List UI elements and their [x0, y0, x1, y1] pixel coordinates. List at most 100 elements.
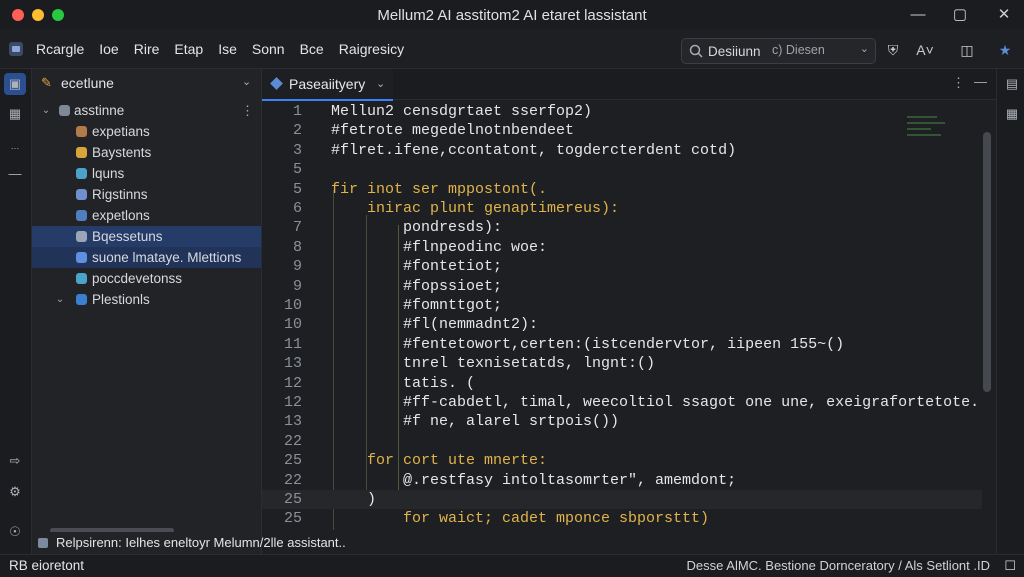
code-line[interactable]: 6 inirac plunt genaptimereus): — [262, 199, 982, 218]
font-size-icon[interactable]: A˅ — [914, 40, 936, 60]
code-line[interactable]: 9 #fontetiot; — [262, 257, 982, 276]
notifications-icon[interactable]: ▤ — [1001, 73, 1023, 95]
layout-panel-icon[interactable]: ◫ — [956, 40, 978, 60]
more-actions-icon[interactable]: ⋮ — [241, 103, 254, 119]
more-icon[interactable]: … — [4, 135, 26, 157]
chevron-down-icon[interactable]: ⌄ — [860, 42, 869, 55]
tree-item-label: asstinne — [74, 103, 125, 118]
minimize-panel-icon[interactable]: — — [974, 74, 987, 89]
code-line[interactable]: 2 #fetrote megedelnotnbendeet — [262, 121, 982, 140]
assistant-icon — [38, 538, 48, 548]
line-text: #fontetiot; — [331, 258, 503, 276]
code-line[interactable]: 7 pondresds): — [262, 218, 982, 237]
tree-item[interactable]: Bqessetuns — [32, 226, 261, 247]
code-line[interactable]: 13 tnrel texnisetatds, lngnt:() — [262, 354, 982, 373]
tree-item[interactable]: ⌄ asstinne — [32, 100, 261, 121]
code-line[interactable]: 3 #flret.ifene,ccontatont, togdercterdent… — [262, 141, 982, 160]
menu-item-3[interactable]: Rire — [134, 41, 160, 57]
menu-item-5[interactable]: Ise — [218, 41, 237, 57]
line-number: 9 — [292, 277, 302, 295]
chevron-down-icon[interactable]: ⌄ — [242, 75, 251, 88]
sidebar-title: ecetlune — [61, 75, 114, 91]
ai-assistant-icon[interactable]: ★ — [994, 40, 1016, 60]
more-actions-icon[interactable]: ⋮ — [952, 75, 965, 91]
shield-icon[interactable]: ⛨ — [882, 40, 904, 60]
chevron-down-icon[interactable]: ⌄ — [54, 289, 66, 310]
menu-item-6[interactable]: Sonn — [252, 41, 285, 57]
tree-item[interactable]: Baystents — [32, 142, 261, 163]
code-line[interactable]: 1 Mellun2 censdgrtaet sserfop2) — [262, 102, 982, 121]
line-text: #flnpeodinc woe: — [331, 238, 548, 256]
folder-icon — [76, 126, 87, 137]
line-text: #fetrote megedelnotnbendeet — [331, 122, 575, 140]
tree-item[interactable]: Rigstinns — [32, 184, 261, 205]
line-number: 3 — [292, 141, 302, 159]
code-line[interactable]: 10 #fl(nemmadnt2): — [262, 315, 982, 334]
app-logo-icon[interactable] — [9, 42, 23, 56]
folder-icon — [76, 168, 87, 179]
menu-item-1[interactable]: Rcargle — [36, 41, 84, 57]
menu-item-2[interactable]: Ioe — [99, 41, 118, 57]
tree-item-label: expetlons — [92, 208, 150, 223]
tab-label: Paseaiityery — [289, 76, 366, 92]
code-line[interactable]: 12 tatis. ( — [262, 374, 982, 393]
close-icon[interactable]: ✕ — [992, 4, 1016, 26]
code-line[interactable]: 25 ) — [262, 490, 982, 509]
explorer-icon[interactable]: ▣ — [4, 73, 26, 95]
code-line[interactable]: 13 #f ne, alarel srtpois()) — [262, 412, 982, 431]
search-box[interactable]: c) Diesen ⌄ — [681, 38, 876, 64]
code-line[interactable]: 5 — [262, 160, 982, 179]
code-line[interactable]: 10 #fomnttgot; — [262, 296, 982, 315]
tree-item[interactable]: expetlons — [32, 205, 261, 226]
tree-item[interactable]: lquns — [32, 163, 261, 184]
tree-item[interactable]: suone lmataye. Mlettions — [32, 247, 261, 268]
status-right[interactable]: Desse AlMC. Bestione Dornceratory / Als … — [687, 558, 990, 573]
code-line[interactable]: 25 for cort ute mnerte: — [262, 451, 982, 470]
collapse-icon[interactable]: — — [4, 163, 26, 185]
line-text: ) — [331, 491, 377, 508]
folder-icon — [76, 273, 87, 284]
tab-editor[interactable]: Paseaiityery ⌄ — [262, 69, 393, 101]
folder-icon — [76, 252, 87, 263]
tree-item[interactable]: ⌄ Plestionls — [32, 289, 261, 310]
file-icon — [270, 77, 283, 90]
line-number: 13 — [283, 413, 302, 431]
line-number: 13 — [283, 355, 302, 373]
line-number: 10 — [283, 316, 302, 334]
maximize-icon[interactable]: ▢ — [948, 4, 972, 26]
account-icon[interactable]: ☉ — [4, 521, 26, 543]
code-line[interactable]: 8 #flnpeodinc woe: — [262, 238, 982, 257]
menu-item-8[interactable]: Raigresicy — [339, 41, 404, 57]
line-number: 25 — [283, 491, 302, 508]
tab-bar: Paseaiityery ⌄ ⋮ — — [262, 69, 996, 101]
run-icon[interactable]: ⇨ — [4, 450, 26, 472]
vertical-scrollbar[interactable] — [983, 132, 991, 392]
menu-item-4[interactable]: Etap — [174, 41, 203, 57]
line-text: tnrel texnisetatds, lngnt:() — [331, 355, 656, 373]
minimize-icon[interactable]: — — [906, 4, 930, 26]
menu-items: Rcargle Ioe Rire Etap Ise Sonn Bce Raigr… — [36, 41, 404, 57]
status-left[interactable]: RB eioretont — [9, 558, 84, 573]
chevron-down-icon[interactable]: ⌄ — [40, 100, 52, 121]
code-line[interactable]: 25 for waict; cadet mponce sbporsttt) — [262, 509, 982, 528]
extensions-icon[interactable]: ▦ — [4, 103, 26, 125]
code-line[interactable]: 22 — [262, 432, 982, 451]
line-number: 11 — [283, 335, 302, 353]
tree-item[interactable]: expetians — [32, 121, 261, 142]
code-line[interactable]: 22 @.restfasy intoltasomrter", amemdont; — [262, 471, 982, 490]
menu-item-7[interactable]: Bce — [300, 41, 324, 57]
editor-area: Paseaiityery ⌄ ⋮ — 1 Mellun2 censdgrtaet … — [262, 69, 996, 554]
tree-item[interactable]: poccdevetonss — [32, 268, 261, 289]
line-text: #fopssioet; — [331, 277, 503, 295]
code-line[interactable]: 5 fir inot ser mppostont(. — [262, 180, 982, 199]
code-line[interactable]: 9 #fopssioet; — [262, 277, 982, 296]
code-line[interactable]: 11 #fentetowort,certen:(istcendervtor, i… — [262, 335, 982, 354]
code-view[interactable]: 1 Mellun2 censdgrtaet sserfop2) 2 #fetrote … — [262, 100, 996, 554]
code-line[interactable]: 12 #ff-cabdetl, timal, weecoltiol ssagot… — [262, 393, 982, 412]
chevron-down-icon[interactable]: ⌄ — [376, 77, 385, 90]
status-bar: RB eioretont Desse AlMC. Bestione Dornce… — [0, 554, 1024, 577]
settings-icon[interactable]: ⚙ — [4, 481, 26, 503]
line-number: 6 — [292, 200, 302, 217]
bell-icon[interactable]: ☐ — [1004, 558, 1016, 574]
structure-icon[interactable]: ▦ — [1001, 103, 1023, 125]
